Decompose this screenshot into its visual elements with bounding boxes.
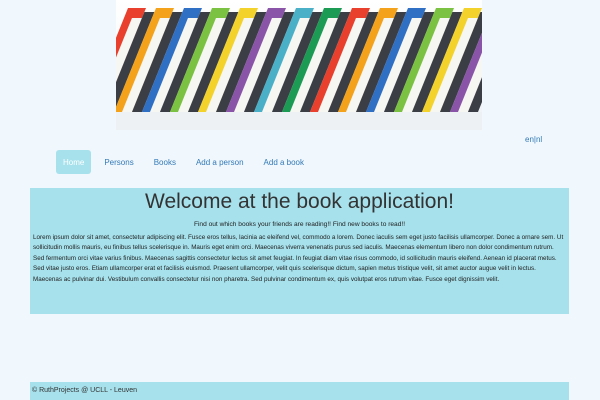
intro-text: Lorem ipsum dolor sit amet, consectetur … — [33, 234, 564, 283]
language-switcher: en|nl — [525, 135, 542, 144]
nav-item-home[interactable]: Home — [56, 150, 92, 174]
language-nl-link[interactable]: nl — [536, 135, 542, 144]
welcome-panel: Welcome at the book application! Find ou… — [30, 188, 569, 314]
nav-item-add-book[interactable]: Add a book — [257, 150, 311, 174]
nav-item-add-person[interactable]: Add a person — [189, 150, 251, 174]
books-banner-image — [116, 0, 482, 130]
nav-item-books[interactable]: Books — [147, 150, 183, 174]
banner-floor — [116, 112, 482, 130]
footer: © RuthProjects @ UCLL - Leuven — [30, 382, 569, 400]
page-subtitle: Find out which books your friends are re… — [193, 221, 406, 228]
page-title: Welcome at the book application! — [145, 190, 454, 213]
nav-item-persons[interactable]: Persons — [97, 150, 140, 174]
language-en-link[interactable]: en — [525, 135, 534, 144]
books-illustration — [116, 8, 482, 130]
footer-copyright: © RuthProjects @ UCLL - Leuven — [32, 387, 137, 394]
main-navigation: Home Persons Books Add a person Add a bo… — [56, 150, 317, 174]
